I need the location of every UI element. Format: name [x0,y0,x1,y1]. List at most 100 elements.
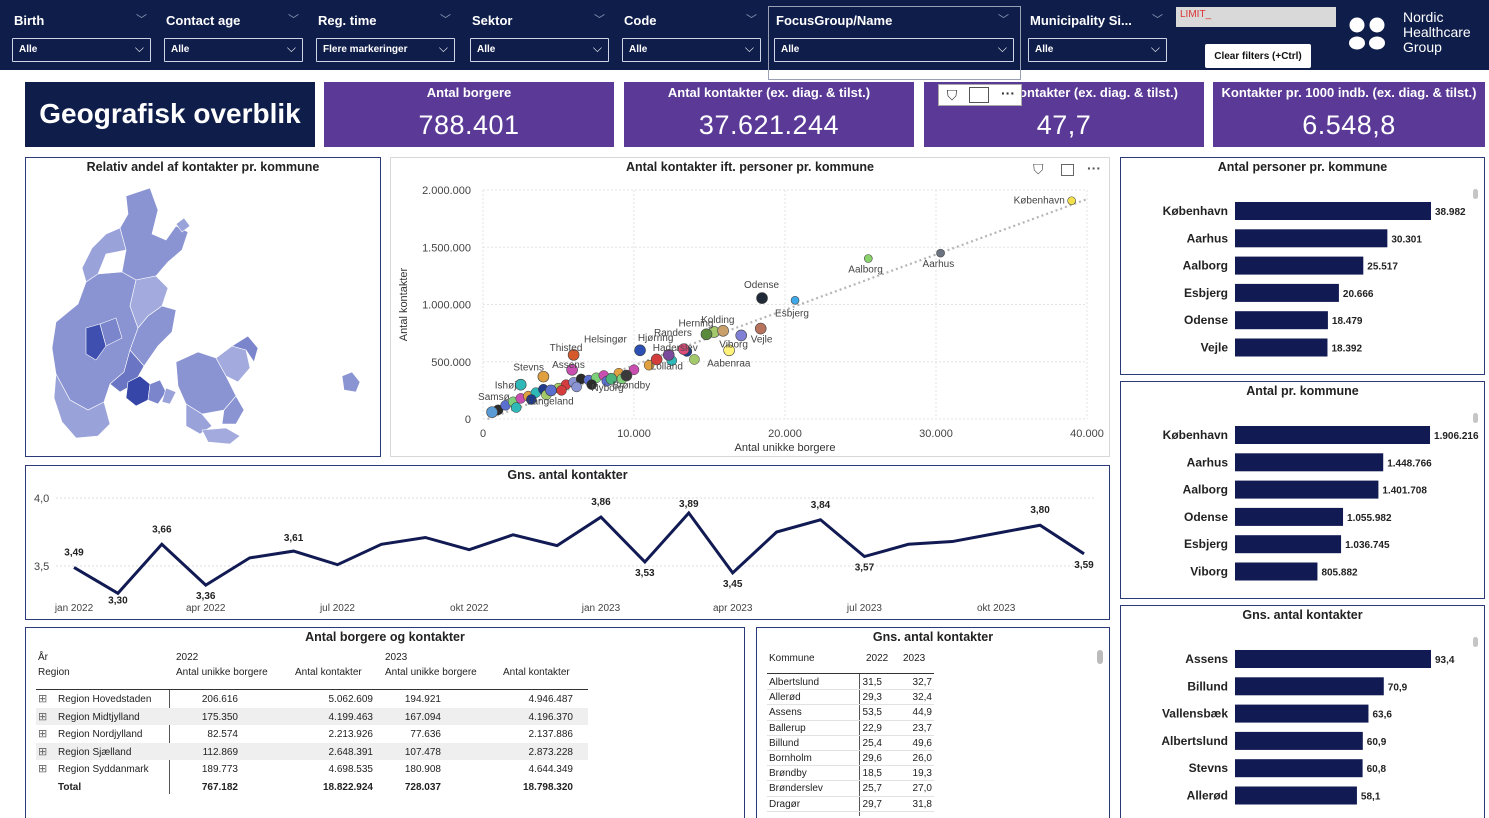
bar-chart-personer[interactable]: København 38.982 Aarhus 30.301 Aalborg 25.517… [1121,158,1483,373]
scatter-chart[interactable]: 0 500.000 1.000.000 1.500.000 2.000.000 0 10.0… [391,158,1109,456]
bar [1235,426,1431,444]
more-options-icon[interactable]: ··· [997,85,1019,103]
bar-value-label: 1.906.216 [1434,431,1479,442]
filter-icon[interactable]: ⛉ [942,87,962,103]
bar-category-label: Assens [1185,652,1228,666]
table-cell: 4.196.370 [528,711,574,723]
data-label: 3,49 [64,547,84,558]
kpi-title: Kontakter pr. 1000 indb. (ex. diag. & ti… [1221,85,1477,100]
scatter-point [864,254,873,263]
scatter-point-label: Vejle [751,335,773,346]
bar-chart-antal[interactable]: København 1.906.216 Aarhus 1.448.766 Aalborg… [1121,382,1483,597]
expand-icon[interactable]: ⊞ [38,727,47,740]
filter-sektor[interactable]: Sektor ﹀ Alle ⌵ [468,8,613,64]
data-label: 3,59 [1074,560,1094,571]
kpi-card-kontakter-pr-borger: ontakter (ex. diag. & tilst.) 47,7 ⛉ ··· [924,82,1204,147]
filter-contact-age[interactable]: Contact age ﹀ Alle ⌵ [162,8,307,64]
expand-icon[interactable]: ⊞ [38,762,47,775]
bar-value-label: 1.448.766 [1387,458,1432,469]
scatter-point-label: Nyborg [591,383,623,394]
x-tick-label: okt 2022 [450,603,489,614]
table-row[interactable]: ⊞ Region Midtjylland 175.350 4.199.463 167.0… [36,707,588,725]
filter-dropdown[interactable]: Alle ⌵ [470,38,609,62]
chevron-down-icon[interactable]: ﹀ [594,11,605,27]
expand-icon[interactable]: ⊞ [38,692,47,705]
total-row[interactable]: Total 767.182 18.822.924 728.037 18.798.320 [36,778,588,796]
x-tick-label: jul 2022 [319,603,355,614]
scrollbar-thumb[interactable] [1097,650,1103,664]
bar-value-label: 1.036.745 [1345,540,1390,551]
scatter-point-label: Samsø [478,392,510,403]
table-row[interactable]: Bornholm 29,6 26,0 [767,751,934,767]
bar-panel-gns: Gns. antal kontakter Assens 93,4 Billund 70… [1120,605,1485,818]
scatter-point-label: Odense [744,280,779,291]
table-cell: 32,7 [912,677,932,688]
data-label: 3,80 [1030,505,1050,516]
table-cell: Assens [769,707,802,719]
data-label: 3,86 [591,497,611,508]
chevron-down-icon: ⌵ [286,41,296,55]
data-label: 3,57 [855,563,875,574]
expand-icon[interactable]: ⊞ [38,745,47,758]
filter-dropdown[interactable]: Alle ⌵ [1028,38,1167,62]
table-row[interactable]: ⊞ Region Hovedstaden 206.616 5.062.609 194.9… [36,690,588,708]
table-cell: Albertslund [769,677,820,688]
bar-value-label: 60,8 [1367,764,1387,775]
table-row[interactable]: Ballerup 22,9 23,7 [767,721,934,736]
expand-icon[interactable]: ⊞ [38,710,47,723]
filter-label: Birth [14,13,45,28]
clear-filters-button[interactable]: Clear filters (+Ctrl) [1205,44,1311,68]
table-cell: 23,7 [912,722,932,734]
table-row[interactable]: Assens 53,5 44,9 [767,705,934,721]
denmark-map[interactable] [26,178,379,455]
table-cell: 2.213.926 [328,729,374,740]
table-row[interactable]: Billund 25,4 49,6 [767,736,934,751]
map-panel: Relativ andel af kontakter pr. kommune [25,157,381,457]
chevron-down-icon[interactable]: ﹀ [440,11,451,27]
limit-field[interactable]: LIMIT_ [1176,7,1336,27]
filter-code[interactable]: Code ﹀ Alle ⌵ [620,8,765,64]
table-row[interactable]: Brønderslev 25,7 27,0 [767,781,934,797]
bar [1235,677,1384,696]
bar-value-label: 20.666 [1343,289,1374,300]
filter-label: Code [624,13,657,28]
table-row[interactable]: Albertslund 31,5 32,7 [767,675,934,691]
focus-mode-icon[interactable] [969,87,989,103]
data-label: 3,84 [811,500,831,511]
chevron-down-icon[interactable]: ﹀ [1152,11,1163,27]
chevron-down-icon[interactable]: ﹀ [746,11,757,27]
filter-dropdown[interactable]: Alle ⌵ [622,38,761,62]
filter-municipality[interactable]: Municipality Si... ﹀ Alle ⌵ [1026,8,1171,64]
scatter-point [754,322,767,335]
x-tick-label: okt 2023 [977,603,1016,614]
scatter-point [486,406,498,418]
table-row[interactable]: ⊞ Region Syddanmark 189.773 4.698.535 180.90… [36,760,588,778]
data-label: 3,36 [196,591,216,602]
table-cell: 18.798.320 [522,781,573,793]
filter-reg-time[interactable]: Reg. time ﹀ Flere markeringer ⌵ [314,8,459,64]
filter-birth[interactable]: Birth ﹀ Alle ⌵ [10,8,155,64]
filter-dropdown[interactable]: Alle ⌵ [12,38,151,62]
scatter-point [514,378,527,391]
bar-category-label: Odense [1184,313,1228,327]
bar-chart-gns[interactable]: Assens 93,4 Billund 70,9 Vallensbæk 63,6 Alber… [1121,606,1483,818]
table-row[interactable]: ⊞ Region Nordjylland 82.574 2.213.926 77.636… [36,725,588,743]
bar-value-label: 30.301 [1391,234,1422,245]
table-row[interactable]: Dragør 29,7 31,8 [767,797,934,812]
table-row[interactable]: Brøndby 18,5 19,3 [767,766,934,782]
table-row[interactable]: ⊞ Region Sjælland 112.869 2.648.391 107.478 2… [36,742,588,760]
filter-dropdown[interactable]: Flere markeringer ⌵ [316,38,455,62]
bar-value-label: 58,1 [1361,792,1381,803]
table-title: Gns. antal kontakter [872,630,994,644]
chevron-down-icon: ⌵ [744,41,754,55]
limit-label: LIMIT_ [1180,9,1212,20]
table-cell: 2.137.886 [528,729,574,740]
y-tick-label: 3,5 [34,561,49,573]
chevron-down-icon[interactable]: ﹀ [288,11,299,27]
bar [1235,453,1384,472]
filter-dropdown[interactable]: Alle ⌵ [164,38,303,62]
line-chart[interactable]: 4,0 3,5 jan 2022 apr 2022 jul 2022 okt 2022 ja… [26,466,1108,618]
y-tick-label: 0 [465,414,471,426]
chevron-down-icon[interactable]: ﹀ [136,11,147,27]
table-row[interactable]: Allerød 29,3 32,4 [767,690,934,706]
